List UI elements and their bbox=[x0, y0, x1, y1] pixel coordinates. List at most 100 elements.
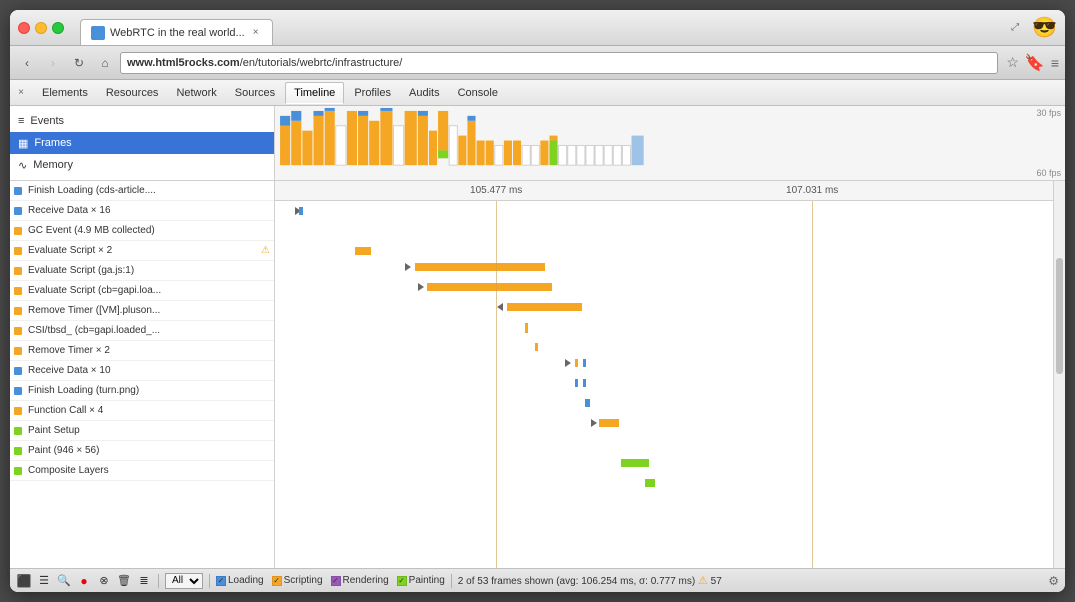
event-composite-layers[interactable]: Composite Layers bbox=[10, 461, 274, 481]
list-item[interactable]: Composite Layers bbox=[10, 461, 274, 481]
url-bar[interactable]: www.html5rocks.com/en/tutorials/webrtc/i… bbox=[120, 52, 998, 74]
tab-favicon bbox=[91, 26, 105, 40]
search-button[interactable]: 🔍 bbox=[56, 573, 72, 589]
tab-console[interactable]: Console bbox=[450, 82, 506, 104]
event-csi[interactable]: CSI/tbsd_ (cb=gapi.loaded_... bbox=[10, 321, 274, 341]
painting-checkbox[interactable]: ✓ bbox=[397, 576, 407, 586]
rendering-checkbox[interactable]: ✓ bbox=[331, 576, 341, 586]
filter-scripting[interactable]: ✓ Scripting bbox=[272, 575, 323, 586]
event-eval-script-2[interactable]: Evaluate Script × 2 ⚠ bbox=[10, 241, 274, 261]
event-eval-cb[interactable]: Evaluate Script (cb=gapi.loa... bbox=[10, 281, 274, 301]
back-button[interactable]: ‹ bbox=[16, 52, 38, 74]
tab-profiles[interactable]: Profiles bbox=[346, 82, 399, 104]
stop-button[interactable]: ⊗ bbox=[96, 573, 112, 589]
tab-audits[interactable]: Audits bbox=[401, 82, 448, 104]
scrollbar-track[interactable] bbox=[1053, 181, 1065, 568]
home-button[interactable]: ⌂ bbox=[94, 52, 116, 74]
clear-button[interactable]: ☰ bbox=[36, 573, 52, 589]
sidebar-events[interactable]: ≡ Events bbox=[10, 110, 274, 132]
tab-timeline[interactable]: Timeline bbox=[285, 82, 344, 104]
event-receive-data-10[interactable]: Receive Data × 10 bbox=[10, 361, 274, 381]
reload-button[interactable]: ↻ bbox=[68, 52, 90, 74]
event-paint-setup[interactable]: Paint Setup bbox=[10, 421, 274, 441]
trash-button[interactable]: 🗑 bbox=[116, 573, 132, 589]
list-item[interactable]: GC Event (4.9 MB collected) bbox=[10, 221, 274, 241]
timeline-detail: 105.477 ms 107.031 ms bbox=[275, 181, 1065, 568]
title-bar: WebRTC in the real world... × ⤢ 😎 bbox=[10, 10, 1065, 46]
event-finish-turn[interactable]: Finish Loading (turn.png) bbox=[10, 381, 274, 401]
summary-text: 2 of 53 frames shown bbox=[458, 576, 554, 587]
minimize-button[interactable] bbox=[35, 22, 47, 34]
scripting-checkbox[interactable]: ✓ bbox=[272, 576, 282, 586]
event-label: Remove Timer × 2 bbox=[28, 345, 110, 356]
list-item[interactable]: Evaluate Script (ga.js:1) bbox=[10, 261, 274, 281]
event-paint-946[interactable]: Paint (946 × 56) bbox=[10, 441, 274, 461]
tab-close-button[interactable]: × bbox=[250, 27, 262, 39]
event-remove-timer-vm[interactable]: Remove Timer ([VM].pluson... bbox=[10, 301, 274, 321]
maximize-button[interactable] bbox=[52, 22, 64, 34]
tab-network[interactable]: Network bbox=[168, 82, 224, 104]
list-item[interactable]: Receive Data × 16 bbox=[10, 201, 274, 221]
list-item[interactable]: Paint (946 × 56) bbox=[10, 441, 274, 461]
filter-loading[interactable]: ✓ Loading bbox=[216, 575, 264, 586]
emoji-avatar: 😎 bbox=[1032, 15, 1057, 40]
event-color-dot bbox=[14, 227, 22, 235]
list-item[interactable]: Receive Data × 10 bbox=[10, 361, 274, 381]
event-color-dot bbox=[14, 407, 22, 415]
sidebar-spacer: ≡ Events ▦ Frames ∿ Memory bbox=[10, 106, 275, 180]
list-item[interactable]: Finish Loading (cds-article.... bbox=[10, 181, 274, 201]
sidebar-memory[interactable]: ∿ Memory bbox=[10, 154, 274, 176]
event-remove-timer-2[interactable]: Remove Timer × 2 bbox=[10, 341, 274, 361]
event-color-dot bbox=[14, 347, 22, 355]
text-button[interactable]: ≣ bbox=[136, 573, 152, 589]
event-color-dot bbox=[14, 367, 22, 375]
forward-button[interactable]: › bbox=[42, 52, 64, 74]
filter-rendering[interactable]: ✓ Rendering bbox=[331, 575, 389, 586]
fps60-label: 60 fps bbox=[1036, 168, 1061, 178]
close-button[interactable] bbox=[18, 22, 30, 34]
filter-dropdown[interactable]: All bbox=[165, 573, 203, 589]
detail-content: 105.477 ms 107.031 ms bbox=[275, 181, 1065, 568]
devtools-toolbar: × Elements Resources Network Sources Tim… bbox=[10, 80, 1065, 106]
fullscreen-button[interactable]: ⤢ bbox=[1007, 20, 1023, 36]
settings-button[interactable]: ⚙ bbox=[1048, 574, 1059, 588]
tab-bar: WebRTC in the real world... × bbox=[80, 10, 273, 45]
event-label: Finish Loading (turn.png) bbox=[28, 385, 139, 396]
loading-checkbox[interactable]: ✓ bbox=[216, 576, 226, 586]
list-item[interactable]: Remove Timer ([VM].pluson... bbox=[10, 301, 274, 321]
list-item[interactable]: Remove Timer × 2 bbox=[10, 341, 274, 361]
filter-painting[interactable]: ✓ Painting bbox=[397, 575, 445, 586]
menu-icon[interactable]: ≡ bbox=[1051, 55, 1059, 71]
nav-icons: ☆ 🔖 ≡ bbox=[1006, 53, 1059, 73]
tab-elements[interactable]: Elements bbox=[34, 82, 96, 104]
record-dot[interactable]: ● bbox=[76, 573, 92, 589]
list-item[interactable]: Evaluate Script (cb=gapi.loa... bbox=[10, 281, 274, 301]
list-item[interactable]: Function Call × 4 bbox=[10, 401, 274, 421]
list-item[interactable]: Evaluate Script × 2 ⚠ bbox=[10, 241, 274, 261]
event-label: Receive Data × 16 bbox=[28, 205, 111, 216]
star-icon[interactable]: ☆ bbox=[1006, 54, 1019, 71]
list-item[interactable]: Finish Loading (turn.png) bbox=[10, 381, 274, 401]
list-item[interactable]: Paint Setup bbox=[10, 421, 274, 441]
event-function-call-4[interactable]: Function Call × 4 bbox=[10, 401, 274, 421]
bookmark-icon[interactable]: 🔖 bbox=[1025, 53, 1045, 73]
event-label: Paint (946 × 56) bbox=[28, 445, 99, 456]
scrollbar-thumb[interactable] bbox=[1056, 258, 1063, 374]
devtools-close-button[interactable]: × bbox=[14, 86, 28, 100]
list-item[interactable]: CSI/tbsd_ (cb=gapi.loaded_... bbox=[10, 321, 274, 341]
tab-resources[interactable]: Resources bbox=[98, 82, 167, 104]
avg-text: (avg: 106.254 ms, σ: 0.777 ms) bbox=[556, 576, 695, 587]
tab-title: WebRTC in the real world... bbox=[110, 27, 245, 39]
tab-sources[interactable]: Sources bbox=[227, 82, 283, 104]
event-gc[interactable]: GC Event (4.9 MB collected) bbox=[10, 221, 274, 241]
sidebar-frames[interactable]: ▦ Frames bbox=[10, 132, 274, 154]
record-button[interactable]: ⬛ bbox=[16, 573, 32, 589]
event-finish-loading[interactable]: Finish Loading (cds-article.... bbox=[10, 181, 274, 201]
gear-icon: ⚙ bbox=[1048, 574, 1059, 588]
browser-tab[interactable]: WebRTC in the real world... × bbox=[80, 19, 273, 45]
event-receive-data-16[interactable]: Receive Data × 16 bbox=[10, 201, 274, 221]
event-eval-ga[interactable]: Evaluate Script (ga.js:1) bbox=[10, 261, 274, 281]
url-domain: www.html5rocks.com bbox=[127, 57, 240, 69]
window-controls: ⤢ 😎 bbox=[1007, 15, 1057, 40]
separator-3 bbox=[451, 574, 452, 588]
